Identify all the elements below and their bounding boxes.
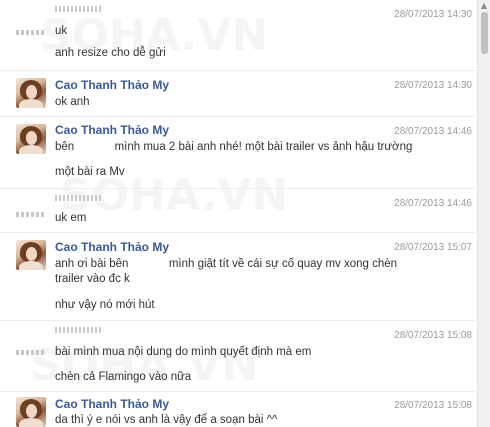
message-fragment: bên [55,141,75,153]
avatar[interactable] [16,124,46,154]
scroll-thumb[interactable] [481,12,488,54]
message-text: trailer vào đc k [55,273,130,285]
message-text: bên mình mua 2 bài anh nhé! một bài trai… [55,141,412,153]
sender-name[interactable]: Cao Thanh Thảo My [55,240,169,254]
message-text: uk [55,25,68,37]
sender-name-redacted [55,6,103,12]
sender-name-redacted [55,327,103,333]
message-text: uk em [55,212,87,224]
avatar-placeholder [16,350,46,355]
divider [0,232,476,233]
message-text: chèn cả Flamingo vào nữa [55,371,192,383]
message-text: da thì ý e nói vs anh là vậy để a soạn b… [55,414,278,426]
avatar-placeholder [16,30,46,35]
message-time: 28/07/2013 15:08 [394,400,472,411]
message-text: ok anh [55,96,90,108]
message-time: 28/07/2013 15:08 [394,330,472,341]
divider [0,188,476,189]
avatar[interactable] [16,240,46,270]
message-text: anh ơi bài bên mình giật tít về cái sự c… [55,258,397,270]
avatar-placeholder [16,212,46,217]
message-text: anh resize cho dễ gửi [55,47,166,59]
message-fragment: anh ơi bài bên [55,258,129,270]
avatar[interactable] [16,397,46,427]
divider [0,320,476,321]
message-text: bài mình mua nội dung do mình quyết định… [55,346,312,358]
sender-name[interactable]: Cao Thanh Thảo My [55,78,169,92]
avatar[interactable] [16,78,46,108]
message-time: 28/07/2013 14:46 [394,126,472,137]
chat-log: SOHA.VN SOHA.VN SOHA.VN 28/07/2013 14:30… [0,0,476,427]
scroll-up-arrow-icon[interactable]: ▲ [479,1,489,11]
message-time: 28/07/2013 15:07 [394,242,472,253]
sender-name-redacted [55,195,103,201]
scrollbar[interactable]: ▲ [477,0,490,427]
message-time: 28/07/2013 14:30 [394,9,472,20]
divider [0,391,476,392]
redacted-text [132,259,166,268]
message-fragment: mình giật tít về cái sự cố quay mv xong … [168,258,398,270]
message-time: 28/07/2013 14:46 [394,198,472,209]
message-text: như vậy nó mới hút [55,299,155,311]
divider [0,116,476,117]
message-time: 28/07/2013 14:30 [394,80,472,91]
divider [0,70,476,71]
message-fragment: mình mua 2 bài anh nhé! một bài trailer … [114,141,413,153]
sender-name[interactable]: Cao Thanh Thảo My [55,397,169,411]
message-text: một bài ra Mv [55,166,125,178]
redacted-text [77,142,111,151]
sender-name[interactable]: Cao Thanh Thảo My [55,123,169,137]
